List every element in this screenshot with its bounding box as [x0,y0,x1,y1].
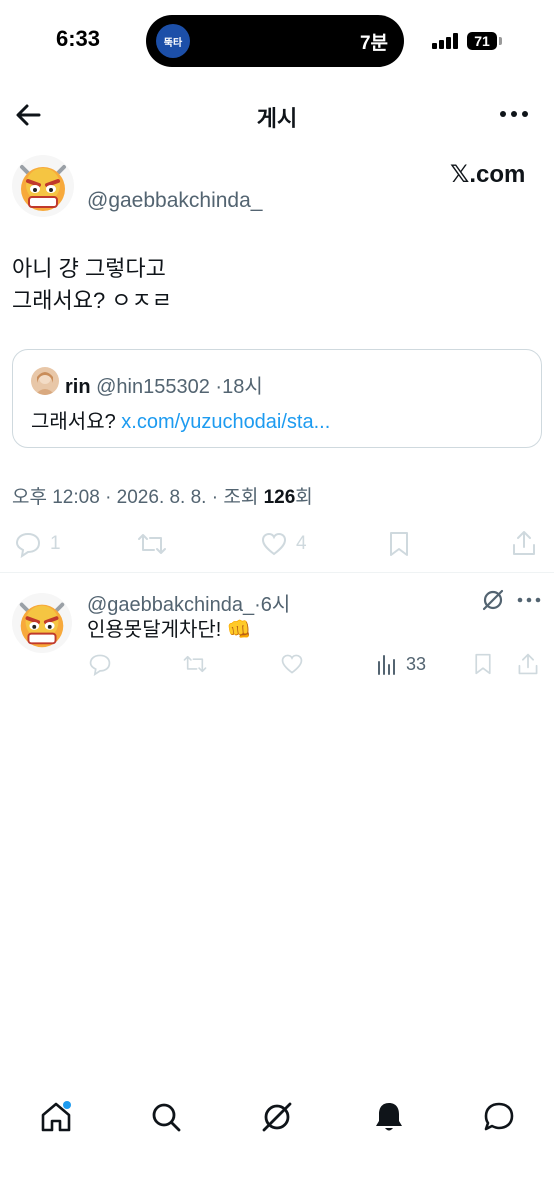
nav-messages[interactable] [481,1099,517,1135]
heart-icon [261,532,287,556]
quoted-author-line: rin @hin155302 ·18시 [65,370,263,399]
angry-emoji-avatar-icon [12,155,74,217]
reply-author-avatar[interactable] [12,593,72,653]
nav-home[interactable] [38,1099,74,1135]
bookmark-button[interactable] [386,530,412,558]
view-count: 126 [263,487,296,508]
heart-icon [281,654,303,674]
share-icon [513,531,535,555]
bell-icon [376,1103,402,1131]
search-icon [152,1103,181,1132]
grok-button[interactable] [480,587,506,613]
reply-button[interactable]: 1 [14,530,61,558]
quoted-text: 그래서요? x.com/yuzuchodai/sta... [31,405,330,434]
reply-count: 1 [50,533,61,554]
timestamp-text: 오후 12:08 · 2026. 8. 8. · 조회 [12,487,264,508]
dynamic-island[interactable]: 뚝타 7분 [146,15,404,67]
author-handle[interactable]: @gaebbakchinda_ [87,189,262,213]
reply-more-button[interactable] [516,590,542,610]
share-icon [518,653,538,675]
reply-like-button[interactable] [280,652,304,676]
repost-icon [138,534,166,554]
message-icon [484,1102,514,1131]
nav-grok[interactable] [259,1099,295,1135]
quoted-post-card[interactable]: rin @hin155302 ·18시 그래서요? x.com/yuzuchod… [12,349,542,448]
reply-view-count: 33 [406,653,427,674]
island-app-icon: 뚝타 [156,24,190,58]
more-button[interactable] [498,102,532,126]
quoted-author-avatar [31,367,59,395]
speech-bubble-icon [15,532,41,558]
reply-repost-button[interactable] [182,652,208,676]
xcom-watermark: 𝕏.com [450,161,526,188]
battery-icon: 71 [467,32,497,50]
like-count: 4 [296,533,307,554]
battery-tip [499,37,502,45]
page-title: 게시 [256,106,298,131]
view-suffix: 회 [295,487,313,508]
post-text: 아니 걍 그렇다고 그래서요? ㅇㅈㄹ [12,253,172,317]
repost-icon [183,655,207,673]
photo-avatar-icon [31,367,59,395]
quoted-author-handle: @hin155302 [96,376,210,398]
post-text-line-2: 그래서요? ㅇㅈㄹ [12,288,173,313]
quoted-author-name: rin [65,376,91,398]
bookmark-icon [390,532,408,556]
reply-views-button[interactable]: 33 [376,652,426,676]
nav-search[interactable] [148,1099,184,1135]
grok-icon [262,1102,292,1132]
share-button[interactable] [510,529,538,557]
divider [0,572,554,573]
quoted-time: ·18시 [215,376,263,398]
quoted-text-body: 그래서요? [31,411,116,433]
angry-emoji-avatar-icon [12,593,72,653]
more-horizontal-icon [500,111,528,117]
bookmark-icon [475,653,491,675]
bar-chart-icon [378,655,395,675]
grok-icon [482,589,504,611]
reply-time: ·6시 [254,594,291,616]
post-timestamp: 오후 12:08 · 2026. 8. 8. · 조회 126회 [12,482,313,509]
signal-icon [432,33,462,49]
reply-bookmark-button[interactable] [472,652,494,676]
reply-text: 인용못달게차단! 👊 [87,619,252,641]
more-horizontal-icon [517,597,541,603]
reply-reply-button[interactable] [88,652,112,676]
status-time: 6:33 [56,26,101,51]
post-text-line-1: 아니 걍 그렇다고 [12,256,166,281]
quoted-link[interactable]: x.com/yuzuchodai/sta... [121,411,330,433]
speech-bubble-icon [89,654,111,676]
repost-button[interactable] [136,530,168,558]
like-button[interactable]: 4 [260,530,307,558]
home-icon [41,1101,71,1132]
reply-share-button[interactable] [516,652,540,676]
author-avatar[interactable] [12,155,74,217]
nav-notifications[interactable] [371,1099,407,1135]
island-timer-text: 7분 [359,33,388,54]
